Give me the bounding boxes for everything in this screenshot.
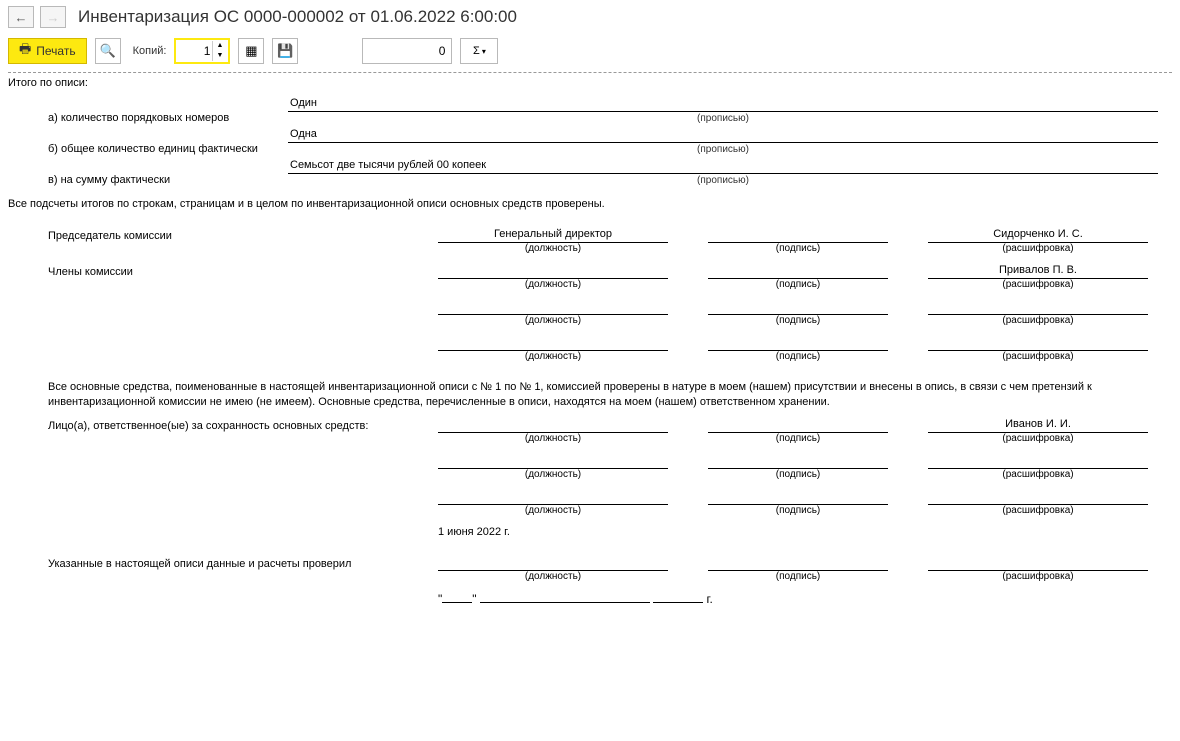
- member2-signature: [708, 300, 888, 315]
- sign-row-member-1: Члены комиссии (должность) (подпись) При…: [8, 264, 1172, 290]
- totals-header: Итого по описи:: [8, 77, 1172, 89]
- resp2-position: [438, 454, 668, 469]
- resp1-signature: [708, 418, 888, 433]
- save-button[interactable]: 💾: [272, 38, 298, 64]
- member3-decoding: [928, 336, 1148, 351]
- members-label: Члены комиссии: [8, 264, 438, 278]
- checked-statement: Все подсчеты итогов по строкам, страница…: [8, 198, 1172, 210]
- dropdown-caret-icon: ▾: [482, 47, 486, 56]
- sigma-dropdown[interactable]: Σ ▾: [460, 38, 498, 64]
- sigma-icon: Σ: [473, 45, 480, 57]
- magnifier-icon: 🔍: [100, 43, 116, 59]
- verified-label: Указанные в настоящей описи данные и рас…: [8, 556, 438, 570]
- resp1-position: [438, 418, 668, 433]
- resp2-signature: [708, 454, 888, 469]
- totals-c-value: Семьсот две тысячи рублей 00 копеек: [288, 159, 1158, 174]
- member3-position: [438, 336, 668, 351]
- document-body: Итого по описи: а) количество порядковых…: [0, 77, 1180, 626]
- chair-position-caption: (должность): [438, 243, 668, 254]
- sign-row-verified: Указанные в настоящей описи данные и рас…: [8, 556, 1172, 582]
- resp3-signature: [708, 490, 888, 505]
- assets-statement: Все основные средства, поименованные в н…: [8, 372, 1172, 418]
- sign-row-chair: Председатель комиссии Генеральный директ…: [8, 228, 1172, 254]
- chair-signature: [708, 228, 888, 243]
- copies-label: Копий:: [133, 45, 167, 57]
- resp3-position: [438, 490, 668, 505]
- sign-row-responsible-3: (должность) (подпись) (расшифровка): [8, 490, 1172, 516]
- verified-position: [438, 556, 668, 571]
- sum-field[interactable]: 0: [362, 38, 452, 64]
- chair-label: Председатель комиссии: [8, 228, 438, 242]
- header-bar: ← → Инвентаризация ОС 0000-000002 от 01.…: [0, 0, 1180, 34]
- totals-c-caption: (прописью): [288, 175, 1158, 186]
- member1-position: [438, 264, 668, 279]
- responsible-label: Лицо(а), ответственное(ые) за сохранност…: [8, 418, 438, 432]
- chair-signature-caption: (подпись): [708, 243, 888, 254]
- tool-button-1[interactable]: ▦: [238, 38, 264, 64]
- toolbar: 🖶 Печать 🔍 Копий: ▲ ▼ ▦ 💾 0 Σ ▾: [0, 34, 1180, 72]
- member2-position: [438, 300, 668, 315]
- totals-a-caption: (прописью): [288, 113, 1158, 124]
- totals-row-a: а) количество порядковых номеров Один (п…: [8, 97, 1172, 124]
- resp3-decoding: [928, 490, 1148, 505]
- chair-decoding-caption: (расшифровка): [928, 243, 1148, 254]
- sign-row-member-2: (должность) (подпись) (расшифровка): [8, 300, 1172, 326]
- verified-decoding: [928, 556, 1148, 571]
- date-blank-line: "" г.: [8, 592, 1172, 606]
- copies-input[interactable]: [176, 43, 212, 59]
- totals-row-c: в) на сумму фактически Семьсот две тысяч…: [8, 159, 1172, 186]
- copies-down[interactable]: ▼: [212, 51, 226, 61]
- member1-decoding: Привалов П. В.: [928, 264, 1148, 279]
- resp1-decoding: Иванов И. И.: [928, 418, 1148, 433]
- resp2-decoding: [928, 454, 1148, 469]
- print-button[interactable]: 🖶 Печать: [8, 38, 87, 64]
- date-year-blank: [653, 602, 703, 603]
- preview-button[interactable]: 🔍: [95, 38, 121, 64]
- copies-spinner[interactable]: ▲ ▼: [174, 38, 230, 64]
- totals-b-caption: (прописью): [288, 144, 1158, 155]
- date-text: 1 июня 2022 г.: [8, 526, 1172, 538]
- copies-spinner-buttons: ▲ ▼: [212, 41, 226, 61]
- totals-b-value: Одна: [288, 128, 1158, 143]
- window-title: Инвентаризация ОС 0000-000002 от 01.06.2…: [78, 7, 517, 27]
- copies-up[interactable]: ▲: [212, 41, 226, 51]
- member3-signature: [708, 336, 888, 351]
- verified-signature: [708, 556, 888, 571]
- forward-button[interactable]: →: [40, 6, 66, 28]
- chair-decoding: Сидорченко И. С.: [928, 228, 1148, 243]
- date-year-suffix: г.: [707, 592, 713, 606]
- chair-position: Генеральный директор: [438, 228, 668, 243]
- totals-c-label: в) на сумму фактически: [8, 174, 288, 186]
- member1-signature: [708, 264, 888, 279]
- sign-row-member-3: (должность) (подпись) (расшифровка): [8, 336, 1172, 362]
- sign-row-responsible-1: Лицо(а), ответственное(ые) за сохранност…: [8, 418, 1172, 444]
- diskette-icon: 💾: [277, 43, 293, 59]
- totals-b-label: б) общее количество единиц фактически: [8, 143, 288, 155]
- totals-a-value: Один: [288, 97, 1158, 112]
- sign-row-responsible-2: (должность) (подпись) (расшифровка): [8, 454, 1172, 480]
- member2-decoding: [928, 300, 1148, 315]
- printer-icon: 🖶: [19, 40, 31, 62]
- date-day-blank: [442, 602, 472, 603]
- table-icon: ▦: [245, 43, 257, 59]
- print-button-label: Печать: [36, 44, 75, 58]
- date-month-blank: [480, 602, 650, 603]
- back-button[interactable]: ←: [8, 6, 34, 28]
- totals-row-b: б) общее количество единиц фактически Од…: [8, 128, 1172, 155]
- totals-a-label: а) количество порядковых номеров: [8, 112, 288, 124]
- section-divider: [8, 72, 1172, 73]
